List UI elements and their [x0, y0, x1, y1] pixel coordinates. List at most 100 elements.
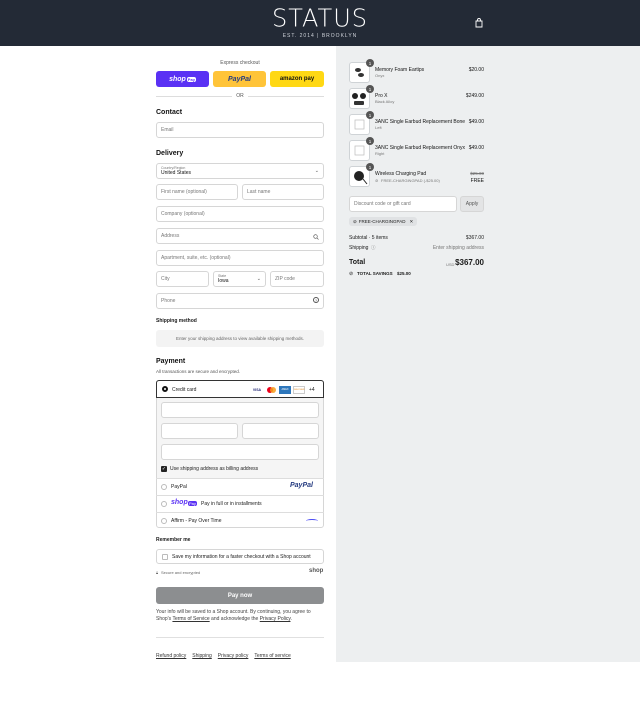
first-name-field[interactable]: First name (optional)	[156, 184, 238, 200]
quantity-badge: 1	[366, 59, 374, 67]
refund-policy-link[interactable]: Refund policy	[156, 653, 186, 659]
brand-tagline: EST. 2014 | BROOKLYN	[282, 33, 358, 39]
phone-placeholder: Phone	[161, 298, 176, 304]
close-icon[interactable]: ✕	[409, 219, 413, 225]
paypal-label: PayPal	[171, 484, 187, 490]
radio-icon[interactable]	[161, 484, 167, 490]
chevron-down-icon: ⌄	[256, 276, 261, 282]
total-label: Total	[349, 259, 366, 266]
paypal-button[interactable]: PayPal	[213, 71, 266, 87]
shop-pay-badge: Pay	[186, 76, 196, 82]
eartips-icon	[355, 68, 364, 77]
shop-pay-label: shop	[169, 75, 186, 83]
credit-card-label: Credit card	[172, 387, 197, 393]
affirm-logo-icon	[306, 519, 318, 523]
lock-icon: 🔒︎	[156, 570, 159, 575]
or-label: OR	[232, 93, 248, 99]
payment-subtitle: All transactions are secure and encrypte…	[156, 369, 241, 374]
legal-part: and acknowledge the	[209, 616, 260, 622]
item-variant: Left	[375, 125, 382, 130]
security-code-field[interactable]	[242, 423, 319, 439]
privacy-link[interactable]: Privacy Policy	[260, 616, 291, 622]
legal-part: .	[290, 616, 292, 622]
discount-field[interactable]: Discount code or gift card	[349, 196, 457, 212]
subtotal-value: $367.00	[465, 235, 484, 241]
shop-pay-option[interactable]: shop Pay Pay in full or in installments	[156, 495, 324, 512]
delivery-title: Delivery	[156, 150, 184, 157]
quantity-badge: 1	[366, 111, 374, 119]
remember-me-box[interactable]: Save my information for a faster checkou…	[156, 549, 324, 564]
terms-link[interactable]: Terms of Service	[172, 616, 209, 622]
subtotal-label: Subtotal · 5 items	[349, 235, 388, 241]
pay-now-button[interactable]: Pay now	[156, 587, 324, 604]
affirm-option[interactable]: Affirm - Pay Over Time	[156, 512, 324, 528]
item-old-price: $25.00	[470, 171, 484, 176]
remember-checkbox[interactable]	[162, 554, 168, 560]
savings-label: TOTAL SAVINGS	[357, 271, 393, 276]
charging-pad-icon	[354, 171, 368, 185]
contact-title: Contact	[156, 109, 183, 116]
card-number-field[interactable]	[161, 402, 319, 418]
radio-selected-icon[interactable]	[162, 386, 168, 392]
amex-icon: AMEX	[279, 386, 291, 394]
item-price: $49.00	[468, 119, 484, 125]
state-select[interactable]: State Iowa ⌄	[213, 271, 266, 287]
address-placeholder: Address	[161, 233, 180, 239]
shop-pay-button[interactable]: shop Pay	[156, 71, 209, 87]
zip-field[interactable]: ZIP code	[270, 271, 324, 287]
country-value: United States	[161, 170, 192, 176]
brand-logo[interactable]: STATUS	[0, 3, 640, 32]
billing-checkbox[interactable]: ✓	[161, 466, 167, 472]
phone-field[interactable]: Phone ?	[156, 293, 324, 309]
visa-icon: VISA	[251, 386, 263, 394]
chevron-down-icon: ⌄	[314, 168, 319, 174]
item-variant: Right	[375, 151, 385, 156]
shipping-method-title: Shipping method	[156, 318, 197, 324]
image-placeholder-icon	[354, 145, 365, 156]
credit-card-option[interactable]: Credit card VISA AMEX DISCOVER +4	[156, 380, 324, 398]
help-icon[interactable]: ?	[313, 297, 319, 303]
item-price: $49.00	[468, 145, 484, 151]
apply-button[interactable]: Apply	[460, 196, 484, 212]
address-field[interactable]: Address	[156, 228, 324, 244]
item-price: $20.00	[468, 67, 484, 73]
quantity-badge: 1	[366, 85, 374, 93]
legal-text: Your info will be saved to a Shop accoun…	[156, 609, 324, 623]
savings-tag-icon: ⊘	[349, 271, 354, 277]
shipping-label: Shipping	[349, 245, 369, 251]
quantity-badge: 1	[366, 163, 374, 171]
expiration-field[interactable]	[161, 423, 238, 439]
email-field[interactable]: Email	[156, 122, 324, 138]
company-field[interactable]: Company (optional)	[156, 206, 324, 222]
secure-label: Secure and encrypted	[161, 570, 201, 575]
divider	[156, 637, 324, 638]
privacy-policy-link[interactable]: Privacy policy	[218, 653, 249, 659]
radio-icon[interactable]	[161, 501, 167, 507]
savings-value: $25.00	[397, 271, 411, 276]
terms-of-service-link[interactable]: Terms of service	[254, 653, 290, 659]
footer-links: Refund policy Shipping Privacy policy Terms…	[156, 644, 297, 662]
city-field[interactable]: City	[156, 271, 209, 287]
discount-tag-icon: ⊘	[375, 178, 379, 183]
image-placeholder-icon	[354, 119, 365, 130]
help-icon[interactable]: ⓘ	[371, 245, 376, 251]
total-value: $367.00	[455, 258, 484, 267]
shopping-bag-icon[interactable]	[474, 18, 484, 28]
billing-label: Use shipping address as billing address	[170, 466, 259, 472]
item-price: $249.00	[465, 93, 484, 99]
amazon-pay-button[interactable]: amazon pay	[270, 71, 324, 87]
apartment-field[interactable]: Apartment, suite, etc. (optional)	[156, 250, 324, 266]
quantity-badge: 1	[366, 137, 374, 145]
last-name-field[interactable]: Last name	[242, 184, 324, 200]
applied-code-chip: ⊘ FREE-CHARGINGPAD ✕	[349, 217, 418, 226]
country-select[interactable]: Country/Region United States ⌄	[156, 163, 324, 179]
payment-title: Payment	[156, 358, 186, 365]
item-price: FREE	[470, 178, 484, 184]
radio-icon[interactable]	[161, 518, 167, 524]
shipping-link[interactable]: Shipping	[192, 653, 211, 659]
name-on-card-field[interactable]	[161, 444, 319, 460]
item-variant: Black Alloy	[375, 99, 395, 104]
paypal-option[interactable]: PayPal PayPal	[156, 478, 324, 495]
applied-code: FREE-CHARGINGPAD	[358, 219, 406, 224]
shop-logo: shop	[309, 568, 324, 574]
